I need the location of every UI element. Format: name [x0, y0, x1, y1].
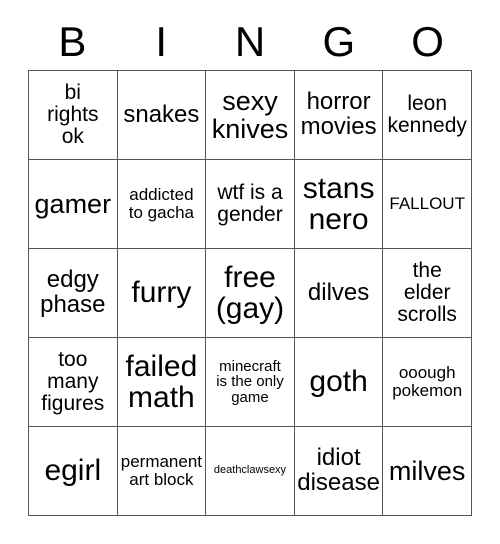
bingo-cell-label: FALLOUT: [389, 194, 465, 214]
bingo-cell[interactable]: leon kennedy: [383, 71, 472, 160]
bingo-cell-label: bi rights ok: [47, 81, 99, 148]
bingo-cell-label: permanent art block: [120, 452, 203, 489]
bingo-cell[interactable]: gamer: [29, 160, 118, 249]
bingo-card: B I N G O bi rights ok snakes sexy knive…: [0, 0, 500, 544]
bingo-cell[interactable]: addicted to gacha: [117, 160, 207, 249]
bingo-cell-label: stans nero: [302, 171, 375, 236]
bingo-cell-label: sexy knives: [211, 85, 289, 144]
bingo-cell[interactable]: stans nero: [294, 160, 384, 249]
bingo-cell[interactable]: ooough pokemon: [383, 338, 472, 427]
bingo-cell-label: addicted to gacha: [128, 185, 194, 222]
bingo-cell[interactable]: failed math: [117, 338, 207, 427]
bingo-grid: bi rights ok snakes sexy knives horror m…: [28, 70, 472, 516]
bingo-cell[interactable]: too many figures: [29, 338, 118, 427]
bingo-cell-label: snakes: [123, 100, 200, 128]
bingo-header-letter-o: O: [411, 18, 444, 65]
bingo-cell[interactable]: egirl: [29, 427, 118, 516]
bingo-free-cell[interactable]: free (gay): [206, 249, 295, 338]
bingo-cell[interactable]: permanent art block: [117, 427, 207, 516]
bingo-cell-label: goth: [309, 365, 368, 399]
bingo-cell-label: dilves: [307, 278, 370, 306]
bingo-cell-label: gamer: [34, 188, 112, 219]
bingo-cell[interactable]: horror movies: [294, 71, 384, 160]
bingo-cell-label: wtf is a gender: [217, 181, 283, 226]
bingo-cell[interactable]: edgy phase: [29, 249, 118, 338]
bingo-cell-label: horror movies: [300, 88, 377, 140]
bingo-header-letter-b: B: [58, 18, 87, 65]
bingo-cell-label: ooough pokemon: [392, 363, 463, 400]
bingo-cell[interactable]: minecraft is the only game: [206, 338, 295, 427]
bingo-cell[interactable]: milves: [383, 427, 472, 516]
bingo-cell[interactable]: the elder scrolls: [383, 249, 472, 338]
bingo-cell[interactable]: idiot disease: [294, 427, 384, 516]
bingo-cell[interactable]: wtf is a gender: [206, 160, 295, 249]
bingo-cell-label: too many figures: [41, 348, 105, 415]
bingo-cell-label: minecraft is the only game: [216, 357, 284, 406]
bingo-header-letter-i: I: [155, 18, 168, 65]
bingo-cell-label: furry: [131, 276, 192, 310]
bingo-cell[interactable]: goth: [294, 338, 384, 427]
bingo-cell-label: edgy phase: [40, 266, 106, 318]
bingo-header: B I N G O: [28, 14, 472, 70]
bingo-cell-label: free (gay): [215, 260, 285, 325]
bingo-cell-label: egirl: [44, 454, 102, 488]
bingo-cell-label: deathclawsexy: [213, 464, 287, 477]
bingo-cell[interactable]: deathclawsexy: [206, 427, 295, 516]
bingo-cell-label: milves: [388, 455, 466, 486]
bingo-cell-label: idiot disease: [297, 444, 380, 496]
bingo-cell[interactable]: FALLOUT: [383, 160, 472, 249]
bingo-cell[interactable]: snakes: [117, 71, 207, 160]
bingo-cell-label: failed math: [125, 349, 198, 414]
bingo-cell[interactable]: bi rights ok: [29, 71, 118, 160]
bingo-header-letter-g: G: [322, 18, 356, 65]
bingo-cell[interactable]: dilves: [294, 249, 384, 338]
bingo-cell[interactable]: furry: [117, 249, 207, 338]
bingo-cell[interactable]: sexy knives: [206, 71, 295, 160]
bingo-cell-label: the elder scrolls: [397, 259, 457, 326]
bingo-cell-label: leon kennedy: [387, 92, 467, 137]
bingo-header-letter-n: N: [234, 18, 266, 65]
